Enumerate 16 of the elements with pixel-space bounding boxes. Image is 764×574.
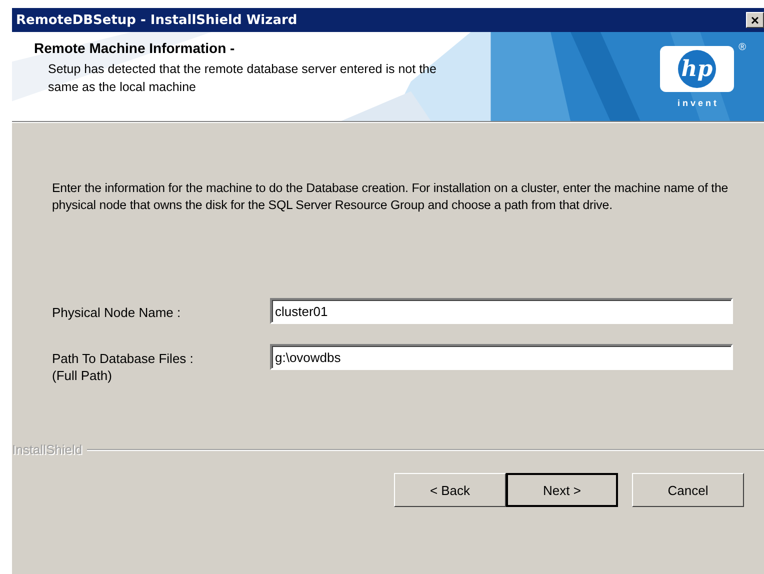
wizard-button[interactable]: Cancel xyxy=(632,473,744,507)
logo-mark: hp xyxy=(660,46,734,92)
registered-mark: ® xyxy=(738,42,746,53)
field-note: (Full Path) xyxy=(52,367,113,384)
page-description: Setup has detected that the remote database server entered is not the same as the local machine xyxy=(47,61,438,96)
instructions-text: Enter the information for the machine to do the Database creation. For installation on a cluster, enter the machine name of the physical node that owns the disk for the SQL Server Resource Group and choose a path from that drive. xyxy=(52,180,730,214)
page-heading: Remote Machine Information - xyxy=(34,40,236,56)
close-button[interactable]: × xyxy=(746,12,764,28)
window-title: RemoteDBSetup - InstallShield Wizard xyxy=(16,12,298,28)
logo-tagline: i n v e n t xyxy=(677,98,716,108)
field-label: Path To Database Files : xyxy=(52,350,194,367)
input-field[interactable]: g:\ovowdbs xyxy=(270,344,733,370)
wizard-button[interactable]: Next > xyxy=(506,473,618,507)
input-field[interactable]: cluster01 xyxy=(270,298,733,324)
wizard-button[interactable]: < Back xyxy=(394,473,506,507)
field-label: Physical Node Name : xyxy=(52,304,182,321)
